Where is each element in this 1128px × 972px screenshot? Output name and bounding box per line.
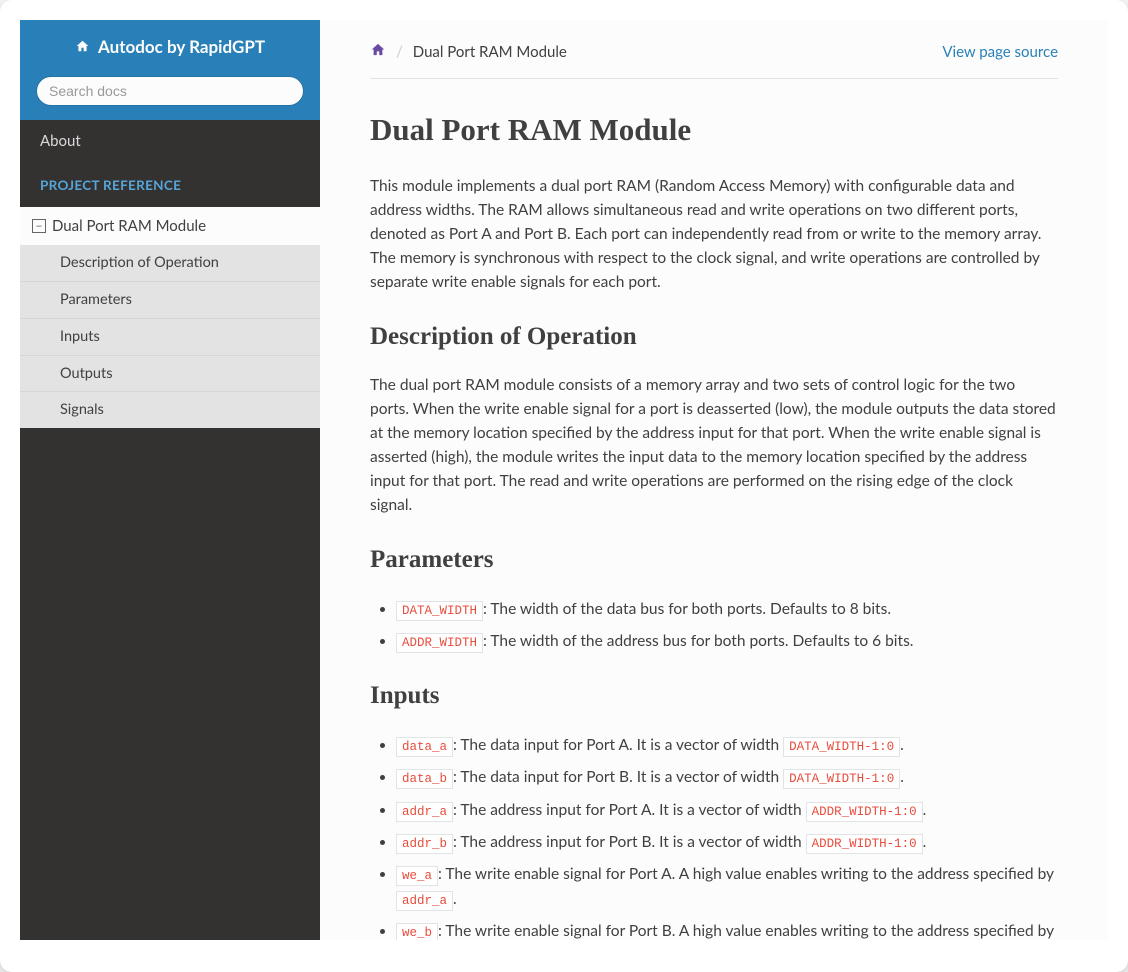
list-item: DATA_WIDTH: The width of the data bus fo… <box>396 597 1058 621</box>
code-literal: we_a <box>396 866 438 886</box>
content: / Dual Port RAM Module View page source … <box>320 20 1108 940</box>
code-literal: we_b <box>396 923 438 940</box>
code-literal: addr_a <box>396 802 453 822</box>
code-literal: addr_b <box>396 834 453 854</box>
code-literal: ADDR_WIDTH-1:0 <box>806 834 923 854</box>
view-page-source-link[interactable]: View page source <box>942 41 1058 64</box>
input-desc-pre: : The address input for Port B. It is a … <box>453 833 806 851</box>
home-icon[interactable] <box>370 40 386 64</box>
list-item: we_b: The write enable signal for Port B… <box>396 919 1058 940</box>
param-desc: : The width of the address bus for both … <box>483 632 913 650</box>
input-desc-pre: : The address input for Port A. It is a … <box>453 801 806 819</box>
list-item: we_a: The write enable signal for Port A… <box>396 862 1058 911</box>
heading-description: Description of Operation <box>370 318 1058 356</box>
sidebar-item-dual-port-ram[interactable]: − Dual Port RAM Module <box>20 207 320 246</box>
list-item: data_b: The data input for Port B. It is… <box>396 765 1058 789</box>
sidebar-sublist: Description of Operation Parameters Inpu… <box>20 245 320 428</box>
sidebar-item-about[interactable]: About <box>20 120 320 163</box>
sidebar-nav: About PROJECT REFERENCE − Dual Port RAM … <box>20 120 320 428</box>
param-desc: : The width of the data bus for both por… <box>483 600 891 618</box>
search-wrap <box>20 76 320 120</box>
code-literal: data_a <box>396 737 453 757</box>
code-literal: ADDR_WIDTH-1:0 <box>806 802 923 822</box>
search-input[interactable] <box>36 76 304 106</box>
intro-paragraph: This module implements a dual port RAM (… <box>370 174 1058 294</box>
sidebar-subitem-outputs[interactable]: Outputs <box>20 355 320 392</box>
sidebar: Autodoc by RapidGPT About PROJECT REFERE… <box>20 20 320 940</box>
minus-icon[interactable]: − <box>32 219 46 233</box>
sidebar-subitem-inputs[interactable]: Inputs <box>20 318 320 355</box>
input-desc-post: . <box>900 736 904 754</box>
heading-parameters: Parameters <box>370 541 1058 579</box>
breadcrumb-separator: / <box>396 41 403 64</box>
home-icon <box>75 36 90 60</box>
breadcrumb-left: / Dual Port RAM Module <box>370 40 567 64</box>
code-literal: addr_a <box>396 891 453 911</box>
code-literal: DATA_WIDTH-1:0 <box>783 769 900 789</box>
code-literal: data_b <box>396 769 453 789</box>
heading-inputs: Inputs <box>370 677 1058 715</box>
input-desc-post: . <box>923 833 927 851</box>
input-desc-post: . <box>900 768 904 786</box>
input-desc-pre: : The data input for Port B. It is a vec… <box>453 768 783 786</box>
list-item: addr_a: The address input for Port A. It… <box>396 798 1058 822</box>
sidebar-subitem-parameters[interactable]: Parameters <box>20 281 320 318</box>
sidebar-header[interactable]: Autodoc by RapidGPT <box>20 20 320 76</box>
list-item: data_a: The data input for Port A. It is… <box>396 733 1058 757</box>
sidebar-title: Autodoc by RapidGPT <box>98 36 265 57</box>
breadcrumb: / Dual Port RAM Module View page source <box>370 40 1058 79</box>
parameters-list: DATA_WIDTH: The width of the data bus fo… <box>396 597 1058 654</box>
input-desc-post: . <box>923 801 927 819</box>
code-literal: DATA_WIDTH-1:0 <box>783 737 900 757</box>
code-literal: DATA_WIDTH <box>396 601 483 621</box>
list-item: addr_b: The address input for Port B. It… <box>396 830 1058 854</box>
breadcrumb-current: Dual Port RAM Module <box>413 41 567 64</box>
inputs-list: data_a: The data input for Port A. It is… <box>396 733 1058 940</box>
input-desc-pre: : The data input for Port A. It is a vec… <box>453 736 783 754</box>
description-body: The dual port RAM module consists of a m… <box>370 373 1058 517</box>
sidebar-caption-project-reference: PROJECT REFERENCE <box>20 163 320 207</box>
input-desc-post: . <box>453 890 457 908</box>
list-item: ADDR_WIDTH: The width of the address bus… <box>396 629 1058 653</box>
sidebar-subitem-signals[interactable]: Signals <box>20 391 320 428</box>
input-desc-pre: : The write enable signal for Port A. A … <box>438 865 1054 883</box>
sidebar-subitem-description[interactable]: Description of Operation <box>20 245 320 281</box>
input-desc-pre: : The write enable signal for Port B. A … <box>438 922 1054 940</box>
sidebar-current-label: Dual Port RAM Module <box>52 215 206 238</box>
code-literal: ADDR_WIDTH <box>396 633 483 653</box>
page-title: Dual Port RAM Module <box>370 107 1058 154</box>
